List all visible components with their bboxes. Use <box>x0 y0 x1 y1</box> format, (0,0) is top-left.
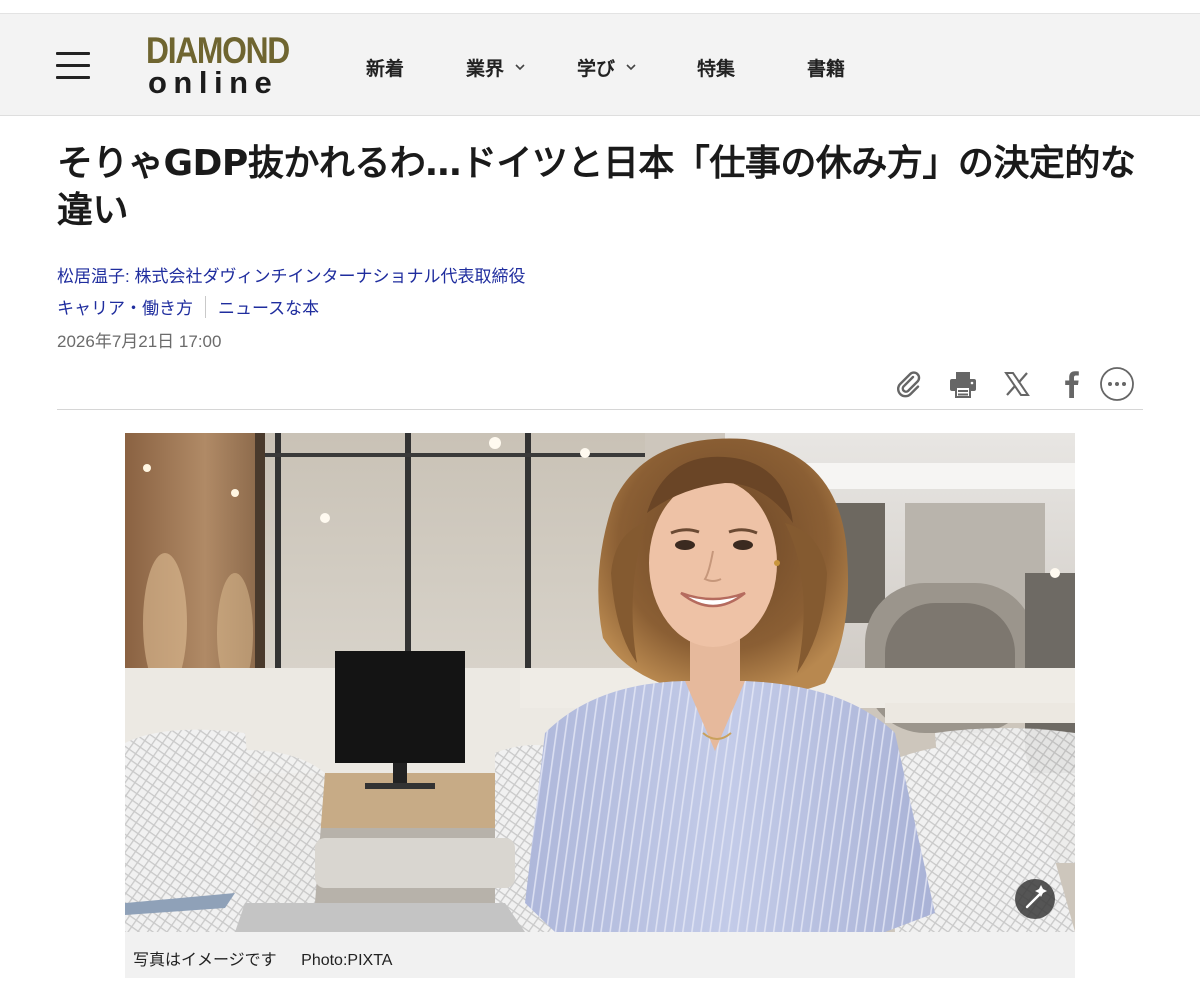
author-link[interactable]: 松居温子: 株式会社ダヴィンチインターナショナル代表取締役 <box>57 267 525 286</box>
clip-icon <box>897 371 921 398</box>
header-divider <box>57 409 1143 410</box>
article-title: そりゃGDP抜かれるわ…ドイツと日本「仕事の休み方」の決定的な違い <box>57 143 1136 231</box>
article-photo <box>125 433 1075 932</box>
category-link-news-book[interactable]: ニュースな本 <box>218 294 319 319</box>
x-icon <box>1004 372 1030 396</box>
chevron-down-icon <box>626 64 636 71</box>
browser-top-strip <box>0 0 1200 14</box>
publish-date: 2026年7月21日 17:00 <box>57 332 222 351</box>
x-share-button[interactable] <box>1000 366 1034 402</box>
nav-item-new[interactable]: 新着 <box>366 54 404 80</box>
photo-credit: Photo:PIXTA <box>301 952 393 969</box>
category-tags: キャリア・働き方 ニュースな本 <box>57 294 319 319</box>
author-byline: 松居温子: 株式会社ダヴィンチインターナショナル代表取締役 <box>57 262 525 287</box>
more-share-button[interactable] <box>1098 366 1136 402</box>
site-logo[interactable]: DIAMOND online <box>146 32 298 102</box>
tag-divider <box>205 295 206 318</box>
caption-text: 写真はイメージです <box>133 952 277 969</box>
nav-label: 書籍 <box>807 58 846 80</box>
nav-label: 特集 <box>697 58 736 80</box>
chevron-down-icon <box>515 64 525 71</box>
more-icon <box>1100 367 1134 401</box>
nav-item-books[interactable]: 書籍 <box>807 54 845 80</box>
category-link-career[interactable]: キャリア・働き方 <box>57 294 193 319</box>
menu-icon[interactable] <box>56 50 90 80</box>
nav-label: 学び <box>577 58 616 80</box>
site-header: DIAMOND online 新着 業界 学び 特集 書籍 <box>0 14 1200 116</box>
nav-label: 新着 <box>366 58 405 80</box>
nav-label: 業界 <box>466 58 505 80</box>
print-button[interactable] <box>946 366 980 402</box>
logo-diamond: DIAMOND <box>146 30 290 71</box>
photo-caption: 写真はイメージです Photo:PIXTA <box>125 932 1075 978</box>
office-photo-illustration <box>125 433 1075 932</box>
nav-item-features[interactable]: 特集 <box>697 54 735 80</box>
nav-item-industry[interactable]: 業界 <box>466 54 526 80</box>
print-icon <box>950 372 976 398</box>
logo-online: online <box>148 65 279 100</box>
facebook-share-button[interactable] <box>1056 366 1086 402</box>
facebook-icon <box>1065 371 1079 398</box>
clip-button[interactable] <box>892 366 926 402</box>
nav-item-learning[interactable]: 学び <box>577 54 637 80</box>
